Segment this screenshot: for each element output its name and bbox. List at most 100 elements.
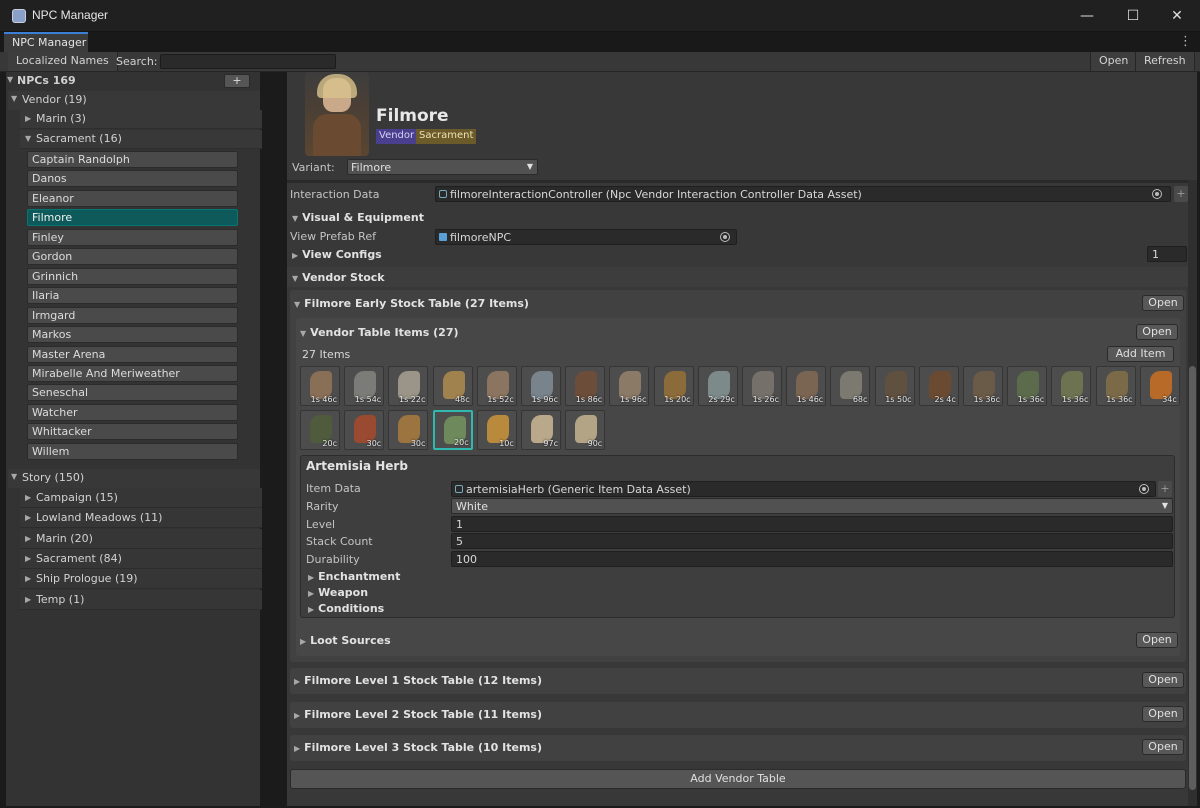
vendor-table-items-open-button[interactable]: Open [1136, 324, 1178, 340]
weapon-foldout[interactable]: ▶ Weapon [308, 586, 368, 599]
object-picker-icon[interactable] [720, 232, 730, 242]
durability-field[interactable]: 100 [451, 551, 1173, 567]
item-slot[interactable]: 68c [830, 366, 871, 406]
item-slot[interactable]: 1s 54c [344, 366, 385, 406]
level-field[interactable]: 1 [451, 516, 1173, 532]
level2-stock-table-header[interactable]: ▶ Filmore Level 2 Stock Table (11 Items) [294, 708, 542, 721]
item-slot[interactable]: 1s 20c [653, 366, 694, 406]
loot-sources-header[interactable]: ▶ Loot Sources [300, 634, 391, 647]
npc-list-item[interactable]: Mirabelle And Meriweather [27, 364, 238, 382]
object-picker-icon[interactable] [1139, 484, 1149, 494]
item-data-field[interactable]: artemisiaHerb (Generic Item Data Asset) [451, 481, 1156, 497]
story-subgroup[interactable]: ▶ Ship Prologue (19) [20, 569, 262, 590]
tab-menu-icon[interactable]: ⋮ [1179, 34, 1192, 49]
item-slot[interactable]: 2s 4c [918, 366, 959, 406]
npc-list-item[interactable]: Willem [27, 442, 238, 460]
view-configs-header[interactable]: ▶ View Configs [292, 248, 382, 261]
npc-list-item[interactable]: Filmore [27, 209, 238, 227]
item-slot[interactable]: 1s 22c [388, 366, 429, 406]
item-slot[interactable]: 10c [476, 410, 517, 450]
scrollbar[interactable] [1188, 180, 1197, 806]
item-slot[interactable]: 1s 36c [963, 366, 1003, 406]
add-item-button[interactable]: Add Item [1107, 346, 1174, 362]
level3-open-button[interactable]: Open [1142, 739, 1184, 755]
item-slot[interactable]: 34c [1139, 366, 1180, 406]
item-slot[interactable]: 1s 86c [565, 366, 606, 406]
story-subgroup[interactable]: ▶ Campaign (15) [20, 488, 262, 508]
story-group[interactable]: ▼ Story (150) [8, 469, 260, 488]
add-icon[interactable]: + [1174, 186, 1188, 202]
level3-stock-table-header[interactable]: ▶ Filmore Level 3 Stock Table (10 Items) [294, 741, 542, 754]
sacrament-subgroup[interactable]: ▼ Sacrament (16) [20, 130, 262, 149]
loot-sources-open-button[interactable]: Open [1136, 632, 1178, 648]
localized-names-button[interactable]: Localized Names [8, 52, 118, 71]
item-slot[interactable]: 97c [521, 410, 561, 450]
close-button[interactable]: ✕ [1154, 0, 1200, 32]
npc-list-item[interactable]: Whittacker [27, 423, 238, 441]
item-slot[interactable]: 1s 46c [300, 366, 340, 406]
vendor-stock-header[interactable]: ▼ Vendor Stock [292, 271, 385, 284]
npc-list-item[interactable]: Danos [27, 170, 238, 188]
item-slot[interactable]: 90c [565, 410, 606, 450]
item-slot[interactable]: 2s 29c [697, 366, 738, 406]
npc-list-item[interactable]: Grinnich [27, 267, 238, 285]
item-slot[interactable]: 30c [344, 410, 385, 450]
add-vendor-table-button[interactable]: Add Vendor Table [290, 769, 1186, 789]
vendor-group[interactable]: ▼ Vendor (19) [8, 91, 260, 110]
view-configs-count[interactable]: 1 [1147, 246, 1187, 262]
open-button[interactable]: Open [1090, 52, 1138, 71]
npc-list-item[interactable]: Captain Randolph [27, 151, 238, 168]
npc-list-item[interactable]: Master Arena [27, 345, 238, 363]
add-icon[interactable]: + [1158, 481, 1172, 497]
refresh-button[interactable]: Refresh [1135, 52, 1195, 71]
scrollbar-thumb[interactable] [1189, 366, 1196, 790]
view-prefab-field[interactable]: filmoreNPC [435, 229, 737, 245]
item-slot[interactable]: 20c [300, 410, 340, 450]
early-stock-table-header[interactable]: ▼ Filmore Early Stock Table (27 Items) [294, 297, 529, 310]
npc-list-item[interactable]: Eleanor [27, 189, 238, 207]
item-slot[interactable]: 1s 36c [1007, 366, 1048, 406]
item-slot[interactable]: 1s 96c [521, 366, 561, 406]
conditions-foldout[interactable]: ▶ Conditions [308, 602, 384, 615]
add-npc-button[interactable]: + [224, 74, 250, 88]
minimize-button[interactable]: — [1064, 0, 1110, 32]
story-subgroup[interactable]: ▶ Lowland Meadows (11) [20, 508, 262, 529]
item-slot[interactable]: 1s 52c [476, 366, 517, 406]
npc-list-item[interactable]: Ilaria [27, 287, 238, 305]
npc-list-item[interactable]: Seneschal [27, 384, 238, 402]
item-slot[interactable]: 1s 26c [742, 366, 782, 406]
npc-list-item[interactable]: Irmgard [27, 306, 238, 324]
item-slot[interactable]: 1s 50c [874, 366, 915, 406]
item-slot[interactable]: 1s 36c [1095, 366, 1136, 406]
stack-count-field[interactable]: 5 [451, 533, 1173, 549]
maximize-button[interactable]: ☐ [1110, 0, 1156, 32]
vendor-table-items-header[interactable]: ▼ Vendor Table Items (27) [300, 326, 459, 339]
story-subgroup[interactable]: ▶ Temp (1) [20, 589, 262, 610]
npc-list-item[interactable]: Finley [27, 228, 238, 246]
search-input[interactable] [160, 54, 336, 69]
interaction-data-field[interactable]: filmoreInteractionController (Npc Vendor… [435, 186, 1171, 202]
tab-npc-manager[interactable]: NPC Manager [4, 32, 88, 52]
level1-stock-table-header[interactable]: ▶ Filmore Level 1 Stock Table (12 Items) [294, 674, 542, 687]
enchantment-foldout[interactable]: ▶ Enchantment [308, 570, 400, 583]
visual-equipment-header[interactable]: ▼ Visual & Equipment [292, 211, 424, 224]
item-slot[interactable]: 20c [432, 410, 473, 450]
item-slot[interactable]: 48c [432, 366, 473, 406]
npcs-header[interactable]: ▼ NPCs 169 [6, 72, 76, 90]
npc-list-item[interactable]: Gordon [27, 248, 238, 266]
object-picker-icon[interactable] [1152, 189, 1162, 199]
item-slot[interactable]: 30c [388, 410, 429, 450]
item-slot[interactable]: 1s 46c [786, 366, 827, 406]
level1-open-button[interactable]: Open [1142, 672, 1184, 688]
rarity-dropdown[interactable]: White ▼ [451, 498, 1173, 514]
early-stock-open-button[interactable]: Open [1142, 295, 1184, 311]
npc-list-item[interactable]: Markos [27, 326, 238, 344]
item-slot[interactable]: 1s 96c [609, 366, 650, 406]
item-slot[interactable]: 1s 36c [1051, 366, 1092, 406]
story-subgroup[interactable]: ▶ Sacrament (84) [20, 548, 262, 569]
level2-open-button[interactable]: Open [1142, 706, 1184, 722]
npc-list-item[interactable]: Watcher [27, 403, 238, 421]
marin-subgroup[interactable]: ▶ Marin (3) [20, 110, 262, 129]
story-subgroup[interactable]: ▶ Marin (20) [20, 528, 262, 549]
variant-dropdown[interactable]: Filmore ▼ [347, 159, 538, 175]
